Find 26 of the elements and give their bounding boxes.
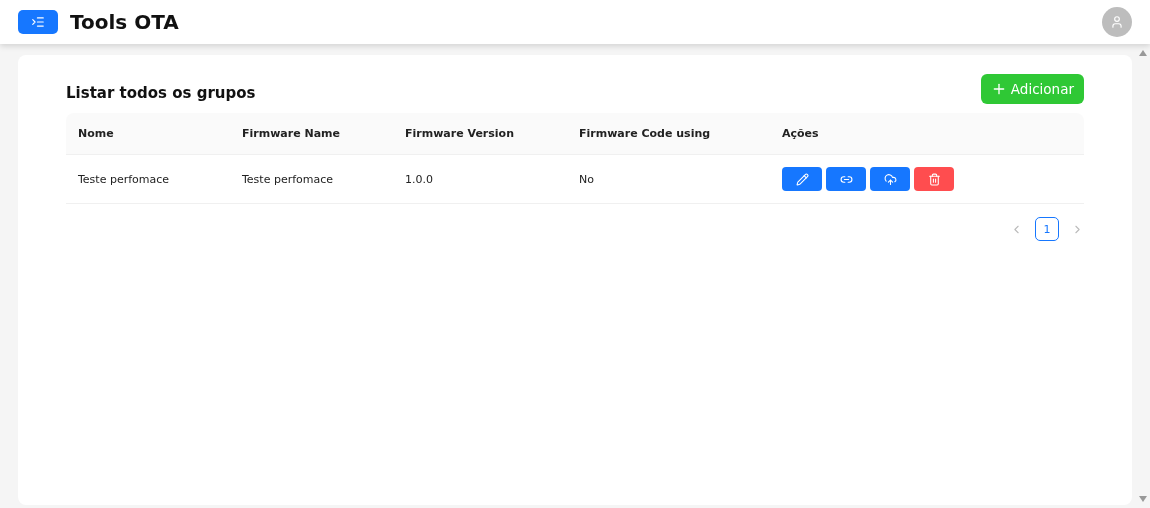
scroll-down-icon[interactable] xyxy=(1139,496,1147,502)
column-header: Firmware Code using xyxy=(567,113,770,155)
cloud-upload-icon xyxy=(883,172,897,186)
scroll-up-icon[interactable] xyxy=(1139,50,1147,56)
column-header: Firmware Name xyxy=(230,113,393,155)
page-button[interactable]: 1 xyxy=(1035,217,1059,241)
upload-button[interactable] xyxy=(870,167,910,191)
edit-icon xyxy=(795,172,809,186)
add-button[interactable]: Adicionar xyxy=(980,74,1084,104)
delete-button[interactable] xyxy=(914,167,954,191)
column-header: Firmware Version xyxy=(393,113,567,155)
menu-icon xyxy=(31,15,45,29)
table-cell: Teste perfomace xyxy=(66,155,230,204)
table-cell: 1.0.0 xyxy=(393,155,567,204)
edit-button[interactable] xyxy=(782,167,822,191)
menu-button[interactable] xyxy=(18,10,58,34)
link-button[interactable] xyxy=(826,167,866,191)
app-title: Tools OTA xyxy=(70,10,179,34)
column-header: Ações xyxy=(770,113,1084,155)
user-icon xyxy=(1110,15,1124,29)
trash-icon xyxy=(927,172,941,186)
column-header: Nome xyxy=(66,113,230,155)
table-cell: Teste perfomace xyxy=(230,155,393,204)
user-avatar[interactable] xyxy=(1102,7,1132,37)
table-cell: No xyxy=(567,155,770,204)
card-title: Listar todos os grupos xyxy=(66,84,256,102)
